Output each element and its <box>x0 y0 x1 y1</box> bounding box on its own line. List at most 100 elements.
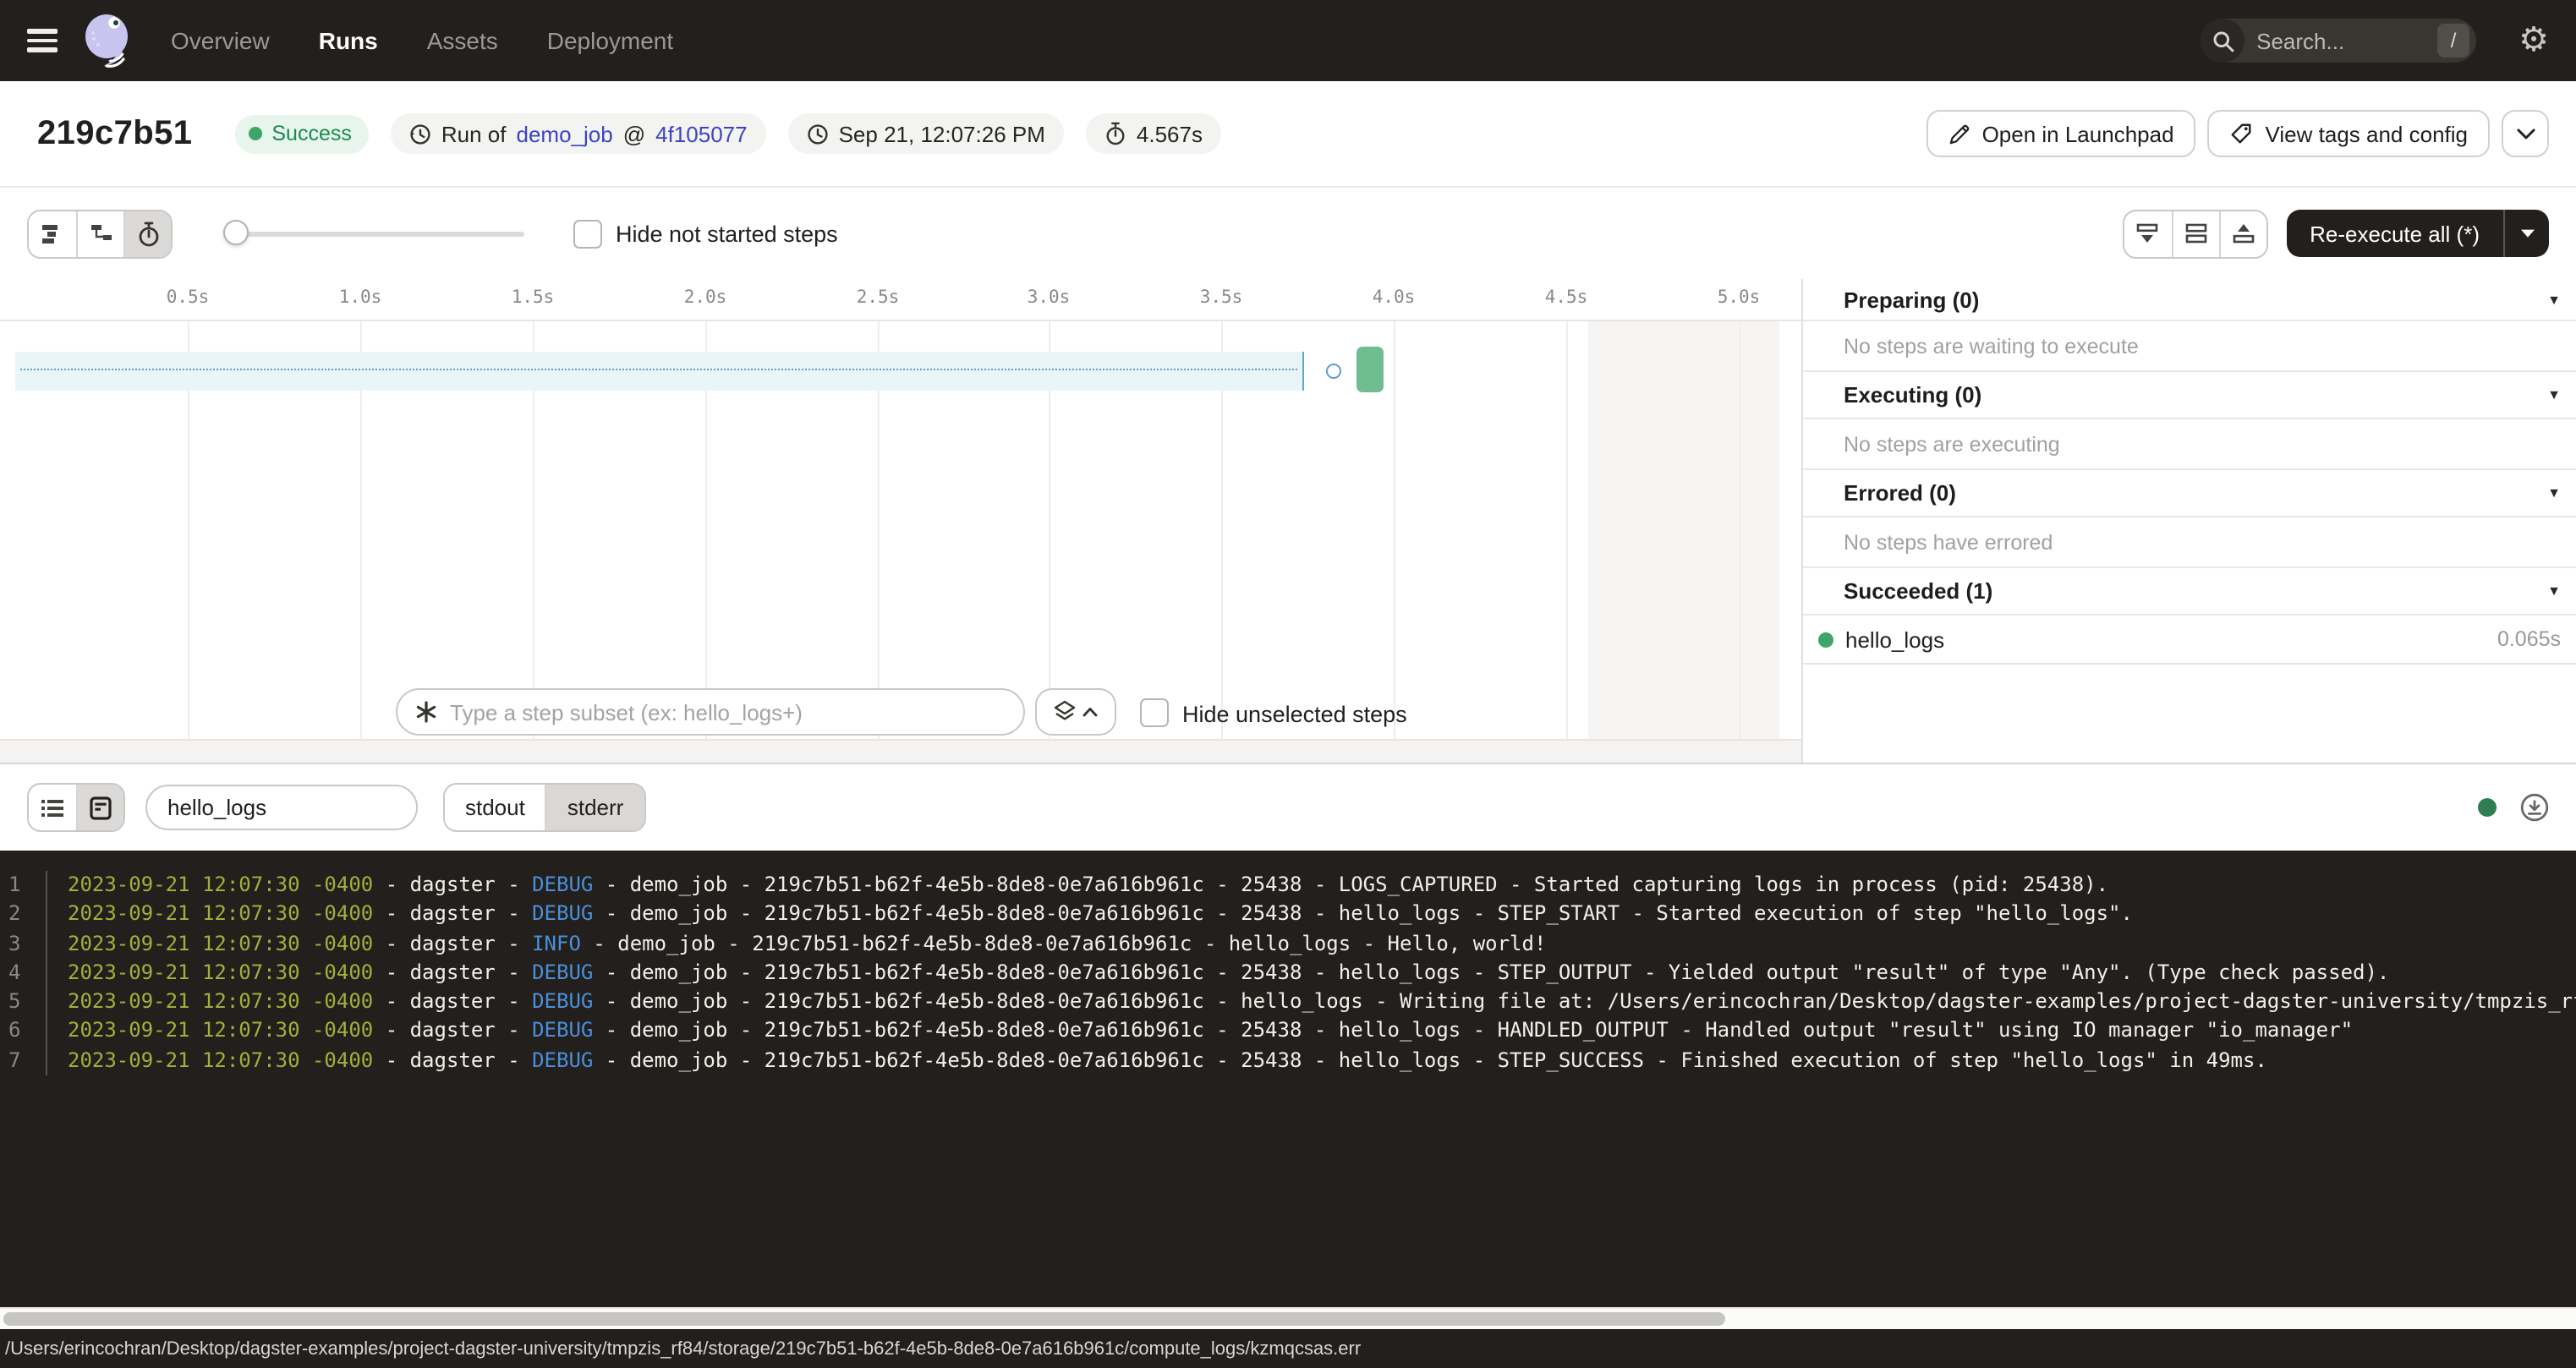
capture-status-dot-icon <box>2478 798 2497 817</box>
primary-nav: Overview Runs Assets Deployment <box>171 27 673 54</box>
panel-layout-segment <box>2122 209 2267 258</box>
clock-icon <box>807 123 829 145</box>
hide-unselected-label: Hide unselected steps <box>1182 702 1407 727</box>
log-line: 2 2023-09-21 12:07:30 -0400 - dagster - … <box>0 900 2576 930</box>
step-subset-row <box>0 687 1801 737</box>
flat-gantt-icon <box>41 222 64 245</box>
pencil-icon <box>1948 123 1970 145</box>
section-preparing-header[interactable]: Preparing (0) ▼ <box>1803 279 2576 321</box>
log-file-path-bar: /Users/erincochran/Desktop/dagster-examp… <box>0 1329 2576 1368</box>
waterfall-gantt-icon <box>89 222 112 245</box>
split-panels-icon <box>2183 222 2208 245</box>
dock-bottom-button[interactable] <box>2124 211 2171 256</box>
caret-down-icon <box>2519 228 2535 238</box>
step-execution-bar[interactable] <box>1357 347 1384 392</box>
dock-bottom-icon <box>2135 222 2160 245</box>
section-succeeded-header[interactable]: Succeeded (1) ▼ <box>1803 568 2576 616</box>
log-line: 1 2023-09-21 12:07:30 -0400 - dagster - … <box>0 871 2576 900</box>
timestamp-pill: Sep 21, 12:07:26 PM <box>788 113 1064 154</box>
job-link[interactable]: demo_job <box>517 121 613 146</box>
log-horizontal-scrollbar[interactable] <box>0 1307 2576 1329</box>
stopwatch-icon <box>1104 122 1126 145</box>
axis-tick: 4.5s <box>1529 287 1603 308</box>
op-selector-icon <box>414 700 438 724</box>
console-icon <box>90 796 112 819</box>
step-subset-field[interactable] <box>396 688 1025 736</box>
hide-unselected-checkbox[interactable] <box>1140 698 1169 727</box>
nav-item-assets[interactable]: Assets <box>427 27 498 54</box>
tab-stdout[interactable]: stdout <box>445 785 545 830</box>
gear-icon[interactable]: ⚙ <box>2518 24 2549 57</box>
section-executing-header[interactable]: Executing (0) ▼ <box>1803 372 2576 419</box>
run-actions-dropdown-button[interactable] <box>2502 110 2549 157</box>
gantt-horizontal-scrollbar[interactable] <box>0 739 1801 763</box>
log-filter-field[interactable] <box>145 785 418 830</box>
axis-tick: 3.0s <box>1011 287 1086 308</box>
gantt-view-mode-segment <box>27 209 173 258</box>
run-id-title: 219c7b51 <box>37 114 192 153</box>
zoom-slider-handle[interactable] <box>223 220 249 245</box>
gantt-chart: 0.5s 1.0s 1.5s 2.0s 2.5s 3.0s 3.5s 4.0s … <box>0 279 1803 763</box>
hide-not-started-label: Hide not started steps <box>616 221 838 246</box>
log-view-mode-segment <box>27 783 125 832</box>
chevron-down-icon: ▼ <box>2547 485 2561 501</box>
chevron-down-icon <box>2516 128 2535 140</box>
zoom-slider-track <box>223 231 524 236</box>
step-subset-input[interactable] <box>450 699 1006 725</box>
search-input[interactable]: Search... / <box>2201 19 2476 63</box>
view-tags-config-button[interactable]: View tags and config <box>2208 110 2490 157</box>
section-preparing-empty: No steps are waiting to execute <box>1803 321 2576 372</box>
success-dot-icon <box>248 127 261 140</box>
axis-tick: 1.5s <box>496 287 570 308</box>
timed-view-button[interactable] <box>123 211 171 256</box>
reexecute-all-button[interactable]: Re-execute all (*) <box>2286 210 2503 257</box>
dock-top-button[interactable] <box>2218 211 2266 256</box>
succeeded-step-row[interactable]: hello_logs 0.065s <box>1803 616 2576 665</box>
top-nav: Overview Runs Assets Deployment Search..… <box>0 0 2576 81</box>
section-executing-empty: No steps are executing <box>1803 419 2576 470</box>
snapshot-link[interactable]: 4f105077 <box>655 121 747 146</box>
log-line: 3 2023-09-21 12:07:30 -0400 - dagster - … <box>0 929 2576 959</box>
after-run-end-zone <box>1588 321 1779 739</box>
zoom-slider[interactable] <box>223 211 524 256</box>
log-toolbar: stdout stderr <box>0 764 2576 851</box>
step-waiting-bar[interactable] <box>15 352 1304 391</box>
nav-item-overview[interactable]: Overview <box>171 27 270 54</box>
download-log-button[interactable] <box>2520 793 2549 822</box>
graph-query-toggle-button[interactable] <box>1035 688 1116 736</box>
step-status-panel: Preparing (0) ▼ No steps are waiting to … <box>1803 279 2576 763</box>
section-errored-header[interactable]: Errored (0) ▼ <box>1803 470 2576 517</box>
nav-item-runs[interactable]: Runs <box>319 27 378 54</box>
raw-log-view-button[interactable] <box>76 785 123 830</box>
log-filter-input[interactable] <box>167 795 396 820</box>
log-file-path: /Users/erincochran/Desktop/dagster-examp… <box>5 1338 1361 1359</box>
menu-icon[interactable] <box>27 30 58 52</box>
layers-icon <box>1054 700 1076 724</box>
chevron-up-icon <box>1082 707 1098 717</box>
stdout-stderr-segment: stdout stderr <box>443 783 645 832</box>
waterfall-view-button[interactable] <box>76 211 123 256</box>
raw-log-viewer[interactable]: 1 2023-09-21 12:07:30 -0400 - dagster - … <box>0 851 2576 1307</box>
open-in-launchpad-button[interactable]: Open in Launchpad <box>1927 110 2196 157</box>
structured-log-view-button[interactable] <box>29 785 76 830</box>
duration-pill: 4.567s <box>1086 113 1221 154</box>
step-start-marker[interactable] <box>1326 364 1341 379</box>
axis-tick: 0.5s <box>151 287 225 308</box>
download-icon <box>2520 793 2549 822</box>
nav-item-deployment[interactable]: Deployment <box>547 27 673 54</box>
split-view-button[interactable] <box>2171 211 2218 256</box>
axis-tick: 2.0s <box>668 287 743 308</box>
stopwatch-icon <box>136 221 160 246</box>
step-success-dot-icon <box>1818 632 1833 647</box>
dagster-logo-icon[interactable] <box>79 10 137 71</box>
hide-not-started-checkbox[interactable] <box>573 219 602 248</box>
scrollbar-thumb[interactable] <box>3 1312 1725 1326</box>
axis-tick: 3.5s <box>1184 287 1258 308</box>
tab-stderr[interactable]: stderr <box>545 785 644 830</box>
step-duration: 0.065s <box>2497 627 2561 651</box>
gantt-toolbar: Hide not started steps Re-execute all (*… <box>0 188 2576 279</box>
axis-tick: 1.0s <box>323 287 397 308</box>
flat-view-button[interactable] <box>29 211 76 256</box>
reexecute-dropdown-button[interactable] <box>2505 210 2549 257</box>
run-header: 219c7b51 Success Run of demo_job @ 4f105… <box>0 81 2576 188</box>
